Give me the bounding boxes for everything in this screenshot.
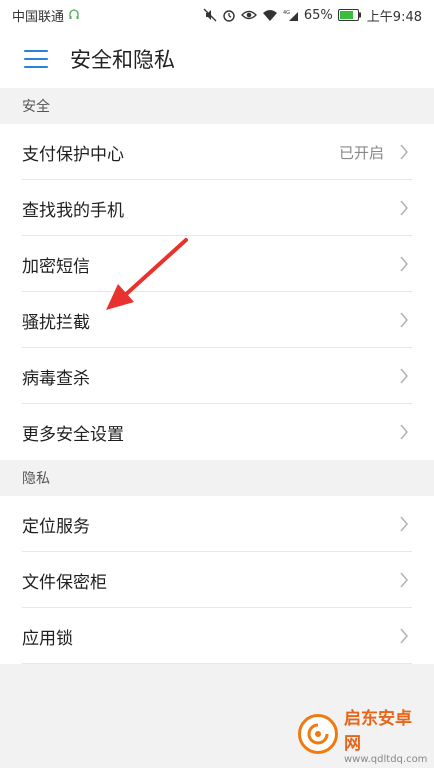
chevron-right-icon bbox=[394, 254, 414, 274]
watermark-url: www.qdltdq.com bbox=[344, 753, 428, 765]
list-item-payment-protection[interactable]: 支付保护中心 已开启 bbox=[0, 124, 434, 180]
battery-icon bbox=[337, 9, 362, 21]
list-item-more-security[interactable]: 更多安全设置 bbox=[0, 404, 434, 460]
section-header-privacy: 隐私 bbox=[0, 460, 434, 496]
list-item-location-services[interactable]: 定位服务 bbox=[0, 496, 434, 552]
item-label: 定位服务 bbox=[22, 516, 90, 537]
item-label: 支付保护中心 bbox=[22, 144, 124, 165]
item-status: 已开启 bbox=[338, 143, 384, 162]
list-item-virus-scan[interactable]: 病毒查杀 bbox=[0, 348, 434, 404]
network-type-label: 4G bbox=[283, 10, 290, 16]
list-item-harassment-block[interactable]: 骚扰拦截 bbox=[0, 292, 434, 348]
watermark-name: 启东安卓网 bbox=[344, 708, 412, 754]
chevron-right-icon bbox=[394, 366, 414, 386]
privacy-group: 定位服务 文件保密柜 应用锁 bbox=[0, 496, 434, 664]
eye-icon bbox=[240, 9, 257, 21]
watermark-logo-icon bbox=[298, 714, 338, 754]
list-item-find-my-phone[interactable]: 查找我的手机 bbox=[0, 180, 434, 236]
item-label: 更多安全设置 bbox=[22, 424, 124, 445]
chevron-right-icon bbox=[394, 422, 414, 442]
status-bar-left: 中国联通 bbox=[12, 6, 80, 25]
mute-icon bbox=[203, 8, 217, 22]
chevron-right-icon bbox=[394, 198, 414, 218]
alarm-icon bbox=[222, 8, 236, 22]
item-label: 骚扰拦截 bbox=[22, 312, 90, 333]
app-bar: 安全和隐私 bbox=[0, 30, 434, 88]
chevron-right-icon bbox=[394, 626, 414, 646]
status-bar: 中国联通 4G 65% 上午9:48 bbox=[0, 0, 434, 30]
chevron-right-icon bbox=[394, 570, 414, 590]
list-item-file-safe[interactable]: 文件保密柜 bbox=[0, 552, 434, 608]
headset-icon bbox=[68, 9, 80, 21]
list-item-app-lock[interactable]: 应用锁 bbox=[0, 608, 434, 664]
chevron-right-icon bbox=[394, 310, 414, 330]
battery-percent: 65% bbox=[303, 7, 333, 23]
item-label: 文件保密柜 bbox=[22, 572, 107, 593]
watermark-text: 启东安卓网 www.qdltdq.com bbox=[344, 704, 428, 765]
item-label: 病毒查杀 bbox=[22, 368, 90, 389]
chevron-right-icon bbox=[394, 514, 414, 534]
menu-icon[interactable] bbox=[24, 50, 48, 68]
item-label: 加密短信 bbox=[22, 256, 90, 277]
status-bar-right: 4G 65% 上午9:48 bbox=[203, 6, 422, 25]
clock: 上午9:48 bbox=[366, 9, 422, 25]
item-label: 应用锁 bbox=[22, 628, 73, 649]
wifi-icon bbox=[262, 9, 278, 22]
watermark: 启东安卓网 www.qdltdq.com bbox=[298, 704, 428, 765]
security-group: 支付保护中心 已开启 查找我的手机 加密短信 骚扰拦截 病毒查杀 更多安全设置 bbox=[0, 124, 434, 460]
page-title: 安全和隐私 bbox=[70, 48, 175, 72]
chevron-right-icon bbox=[394, 142, 414, 162]
item-label: 查找我的手机 bbox=[22, 200, 124, 221]
section-header-security: 安全 bbox=[0, 88, 434, 124]
signal-icon: 4G bbox=[283, 9, 299, 22]
list-item-encrypted-sms[interactable]: 加密短信 bbox=[0, 236, 434, 292]
carrier-label: 中国联通 bbox=[12, 9, 65, 25]
